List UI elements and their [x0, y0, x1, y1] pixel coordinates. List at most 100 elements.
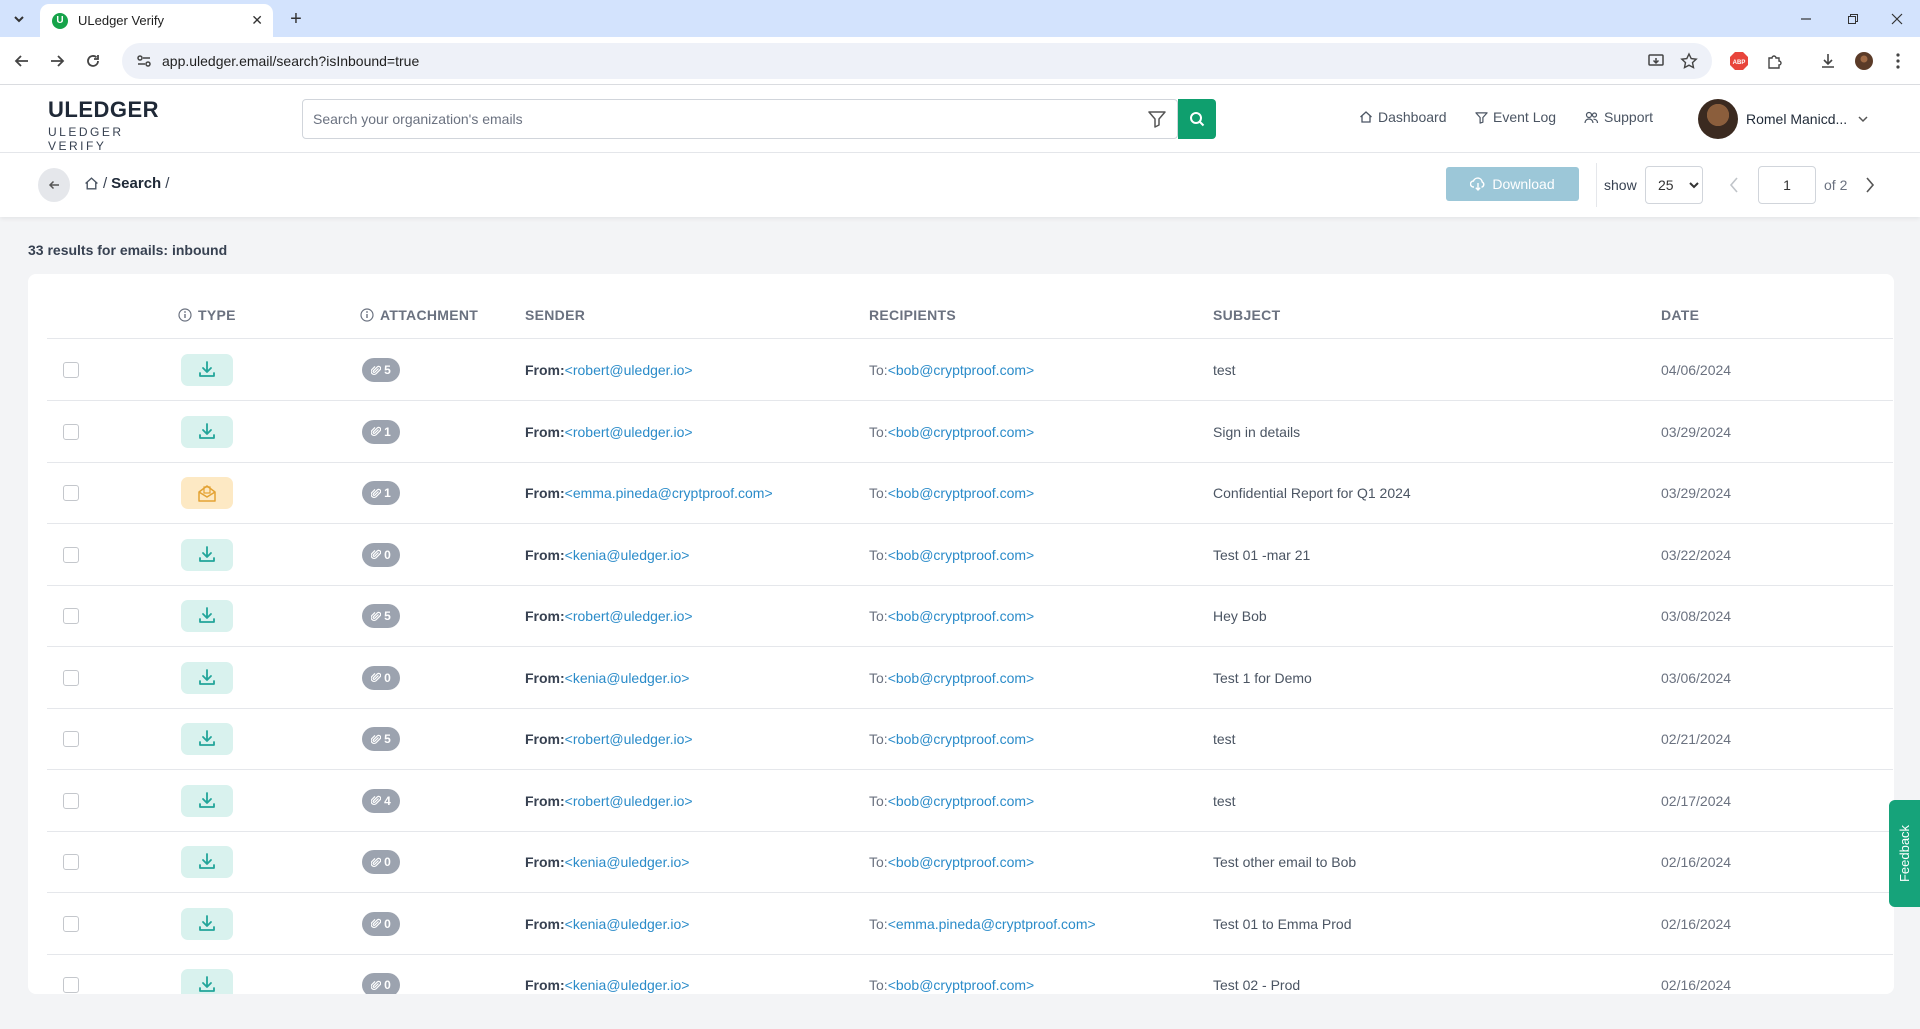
browser-forward-button[interactable] — [43, 47, 71, 75]
column-header-sender[interactable]: SENDER — [525, 307, 585, 323]
sender-email-link[interactable]: <kenia@uledger.io> — [565, 916, 690, 932]
next-page-button[interactable] — [1858, 173, 1882, 197]
adblock-extension-icon[interactable]: ABP — [1727, 49, 1751, 73]
subject-cell[interactable]: Test other email to Bob — [1213, 832, 1356, 892]
filter-button[interactable] — [1137, 100, 1177, 138]
type-badge[interactable] — [181, 661, 233, 694]
attachment-count-badge[interactable]: 5 — [362, 358, 400, 382]
sender-email-link[interactable]: <robert@uledger.io> — [565, 608, 693, 624]
column-header-subject[interactable]: SUBJECT — [1213, 307, 1280, 323]
recipient-email-link[interactable]: <bob@cryptproof.com> — [888, 793, 1035, 809]
sender-email-link[interactable]: <robert@uledger.io> — [565, 362, 693, 378]
attachment-count-badge[interactable]: 0 — [362, 542, 400, 567]
recipient-email-link[interactable]: <emma.pineda@cryptproof.com> — [888, 916, 1096, 932]
home-icon[interactable] — [84, 176, 99, 191]
user-menu[interactable]: Romel Manicd... — [1698, 99, 1869, 139]
uledger-logo[interactable]: ULEDGER ULEDGER VERIFY — [48, 97, 178, 153]
type-badge[interactable] — [181, 723, 233, 755]
extensions-puzzle-icon[interactable] — [1763, 49, 1787, 73]
type-badge[interactable] — [181, 477, 233, 509]
type-badge[interactable] — [181, 354, 233, 386]
table-row[interactable]: 0 From: <kenia@uledger.io> To: <bob@cryptpro… — [47, 955, 1893, 994]
subject-cell[interactable]: Confidential Report for Q1 2024 — [1213, 463, 1411, 523]
recipient-email-link[interactable]: <bob@cryptproof.com> — [888, 424, 1035, 440]
table-row[interactable]: 0 From: <kenia@uledger.io> To: <bob@cryptpro… — [47, 832, 1893, 893]
info-icon[interactable] — [178, 308, 192, 322]
type-badge[interactable] — [181, 907, 233, 940]
breadcrumb-search[interactable]: Search — [111, 175, 161, 192]
attachment-count-badge[interactable]: 0 — [362, 911, 400, 936]
table-row[interactable]: 4 From: <robert@uledger.io> To: <bob@cryptpr… — [47, 771, 1893, 832]
attachment-count-badge[interactable]: 0 — [362, 973, 400, 994]
sender-email-link[interactable]: <kenia@uledger.io> — [565, 547, 690, 563]
sender-email-link[interactable]: <robert@uledger.io> — [565, 731, 693, 747]
type-badge[interactable] — [181, 600, 233, 632]
new-tab-button[interactable]: + — [282, 6, 310, 32]
row-checkbox[interactable] — [63, 915, 79, 932]
attachment-count-badge[interactable]: 1 — [362, 481, 400, 505]
attachment-count-badge[interactable]: 0 — [362, 665, 400, 690]
subject-cell[interactable]: test — [1213, 709, 1236, 769]
browser-reload-button[interactable] — [79, 47, 107, 75]
table-row[interactable]: 5 From: <robert@uledger.io> To: <bob@cryptpr… — [47, 586, 1893, 647]
sender-email-link[interactable]: <kenia@uledger.io> — [565, 670, 690, 686]
subject-cell[interactable]: Test 1 for Demo — [1213, 648, 1312, 708]
sender-email-link[interactable]: <robert@uledger.io> — [565, 424, 693, 440]
recipient-email-link[interactable]: <bob@cryptproof.com> — [888, 485, 1035, 501]
attachment-count-badge[interactable]: 0 — [362, 850, 400, 874]
subject-cell[interactable]: Hey Bob — [1213, 586, 1267, 646]
recipient-email-link[interactable]: <bob@cryptproof.com> — [888, 670, 1035, 686]
recipient-email-link[interactable]: <bob@cryptproof.com> — [888, 362, 1035, 378]
info-icon[interactable] — [360, 308, 374, 322]
recipient-email-link[interactable]: <bob@cryptproof.com> — [888, 854, 1035, 870]
recipient-email-link[interactable]: <bob@cryptproof.com> — [888, 977, 1035, 993]
attachment-count-badge[interactable]: 4 — [362, 788, 400, 813]
type-badge[interactable] — [181, 538, 233, 571]
sender-email-link[interactable]: <robert@uledger.io> — [565, 793, 693, 809]
subject-cell[interactable]: Test 02 - Prod — [1213, 955, 1300, 994]
close-tab-icon[interactable]: ✕ — [251, 12, 263, 29]
sender-email-link[interactable]: <kenia@uledger.io> — [565, 854, 690, 870]
row-checkbox[interactable] — [63, 423, 79, 440]
table-row[interactable]: 1 From: <robert@uledger.io> To: <bob@cryptpr… — [47, 402, 1893, 463]
row-checkbox[interactable] — [63, 792, 79, 809]
row-checkbox[interactable] — [63, 731, 79, 747]
table-row[interactable]: 0 From: <kenia@uledger.io> To: <bob@cryptpro… — [47, 648, 1893, 709]
table-row[interactable]: 0 From: <kenia@uledger.io> To: <emma.pineda@… — [47, 894, 1893, 955]
column-header-recipients[interactable]: RECIPIENTS — [869, 307, 956, 323]
subject-cell[interactable]: test — [1213, 771, 1236, 831]
subject-cell[interactable]: Sign in details — [1213, 402, 1300, 462]
restore-window-button[interactable] — [1830, 0, 1876, 37]
attachment-count-badge[interactable]: 1 — [362, 419, 400, 444]
profile-avatar-icon[interactable] — [1852, 49, 1876, 73]
row-checkbox[interactable] — [63, 362, 79, 378]
back-button[interactable] — [38, 168, 70, 202]
install-app-icon[interactable] — [1644, 49, 1668, 73]
type-badge[interactable] — [181, 846, 233, 878]
column-header-type[interactable]: TYPE — [178, 307, 236, 323]
bookmark-star-icon[interactable] — [1677, 49, 1701, 73]
nav-event-log[interactable]: Event Log — [1475, 109, 1556, 125]
email-search-input[interactable] — [303, 100, 1137, 138]
subject-cell[interactable]: Test 01 -mar 21 — [1213, 525, 1310, 585]
nav-dashboard[interactable]: Dashboard — [1359, 109, 1447, 125]
attachment-count-badge[interactable]: 5 — [362, 727, 400, 751]
column-header-date[interactable]: DATE — [1661, 307, 1699, 323]
row-checkbox[interactable] — [63, 546, 79, 563]
downloads-icon[interactable] — [1816, 49, 1840, 73]
nav-support[interactable]: Support — [1584, 109, 1653, 125]
table-row[interactable]: 1 From: <emma.pineda@cryptproof.com> To: <bo… — [47, 463, 1893, 524]
type-badge[interactable] — [181, 784, 233, 817]
table-row[interactable]: 5 From: <robert@uledger.io> To: <bob@cryptpr… — [47, 709, 1893, 770]
row-checkbox[interactable] — [63, 669, 79, 686]
sender-email-link[interactable]: <emma.pineda@cryptproof.com> — [565, 485, 773, 501]
row-checkbox[interactable] — [63, 854, 79, 870]
browser-menu-icon[interactable] — [1886, 49, 1910, 73]
page-size-select[interactable]: 25 — [1645, 166, 1703, 204]
previous-page-button[interactable] — [1722, 173, 1746, 197]
address-bar[interactable]: app.uledger.email/search?isInbound=true — [122, 43, 1712, 79]
browser-back-button[interactable] — [8, 47, 36, 75]
close-window-button[interactable] — [1874, 0, 1920, 37]
row-checkbox[interactable] — [63, 608, 79, 624]
page-number-input[interactable] — [1758, 166, 1816, 204]
